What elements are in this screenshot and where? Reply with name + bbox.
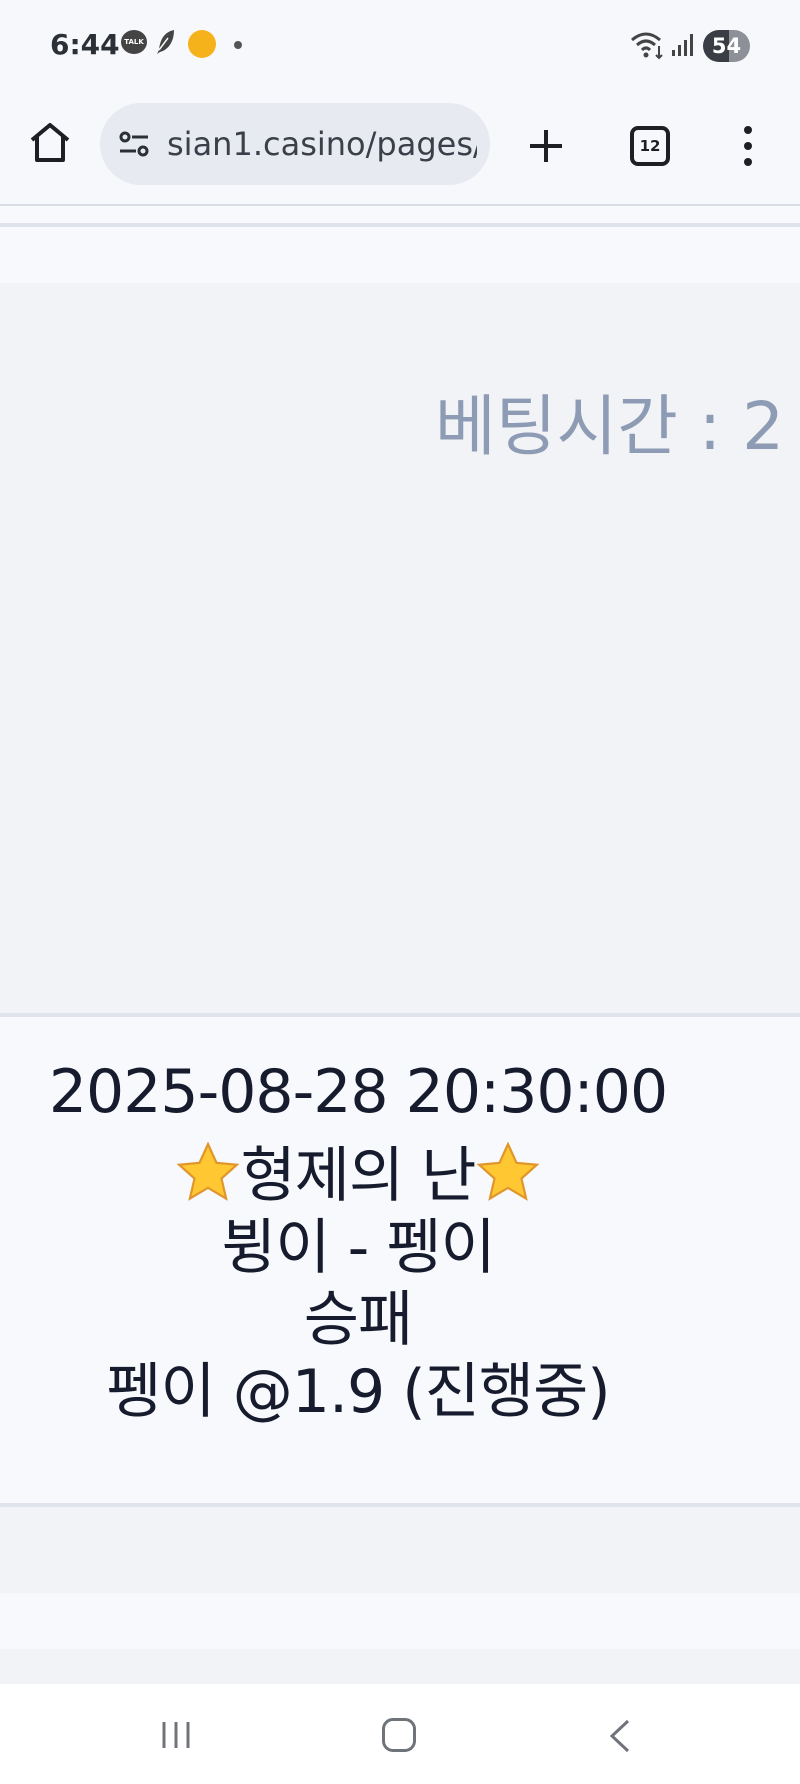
recent-apps-icon[interactable]: [158, 1720, 194, 1750]
match-pick: 펭이 @1.9 (진행중): [106, 1357, 610, 1427]
footer-gap: [0, 1649, 800, 1684]
more-vert-icon[interactable]: [736, 122, 760, 170]
status-time: 6:44: [50, 28, 120, 61]
dot-icon: [234, 41, 242, 49]
footer-band: [0, 1507, 800, 1593]
back-icon[interactable]: [608, 1718, 632, 1754]
signal-icon: [672, 34, 693, 56]
home-icon[interactable]: [28, 120, 72, 164]
kakaotalk-icon: TALK: [121, 30, 147, 54]
match-datetime: 2025-08-28 20:30:00: [48, 1057, 668, 1127]
star-icon: [176, 1141, 240, 1201]
divider: [0, 223, 800, 227]
browser-toolbar: sian1.casino/pages/h 12: [0, 92, 800, 206]
footer-band: [0, 1593, 800, 1649]
tune-icon[interactable]: [118, 130, 150, 158]
feather-icon: [157, 30, 174, 54]
match-card: 2025-08-28 20:30:00 형제의 난 뷩이 - 펭이 승패 펭이 …: [0, 1017, 800, 1503]
address-bar[interactable]: sian1.casino/pages/h: [100, 103, 490, 185]
battery-icon: 54: [703, 30, 750, 62]
betting-panel: 베팅시간 : 2: [0, 283, 800, 1015]
url-text[interactable]: sian1.casino/pages/h: [167, 125, 477, 163]
home-circle-icon[interactable]: [382, 1718, 416, 1752]
wifi-icon: [631, 32, 663, 60]
coin-icon: [188, 30, 216, 58]
status-bar: 6:44 TALK 54: [0, 0, 800, 92]
system-nav-bar: [0, 1684, 800, 1784]
plus-icon[interactable]: [526, 126, 566, 166]
betting-time-label: 베팅시간 : 2: [435, 388, 785, 465]
star-icon: [476, 1141, 540, 1201]
tabs-icon[interactable]: 12: [630, 126, 670, 166]
